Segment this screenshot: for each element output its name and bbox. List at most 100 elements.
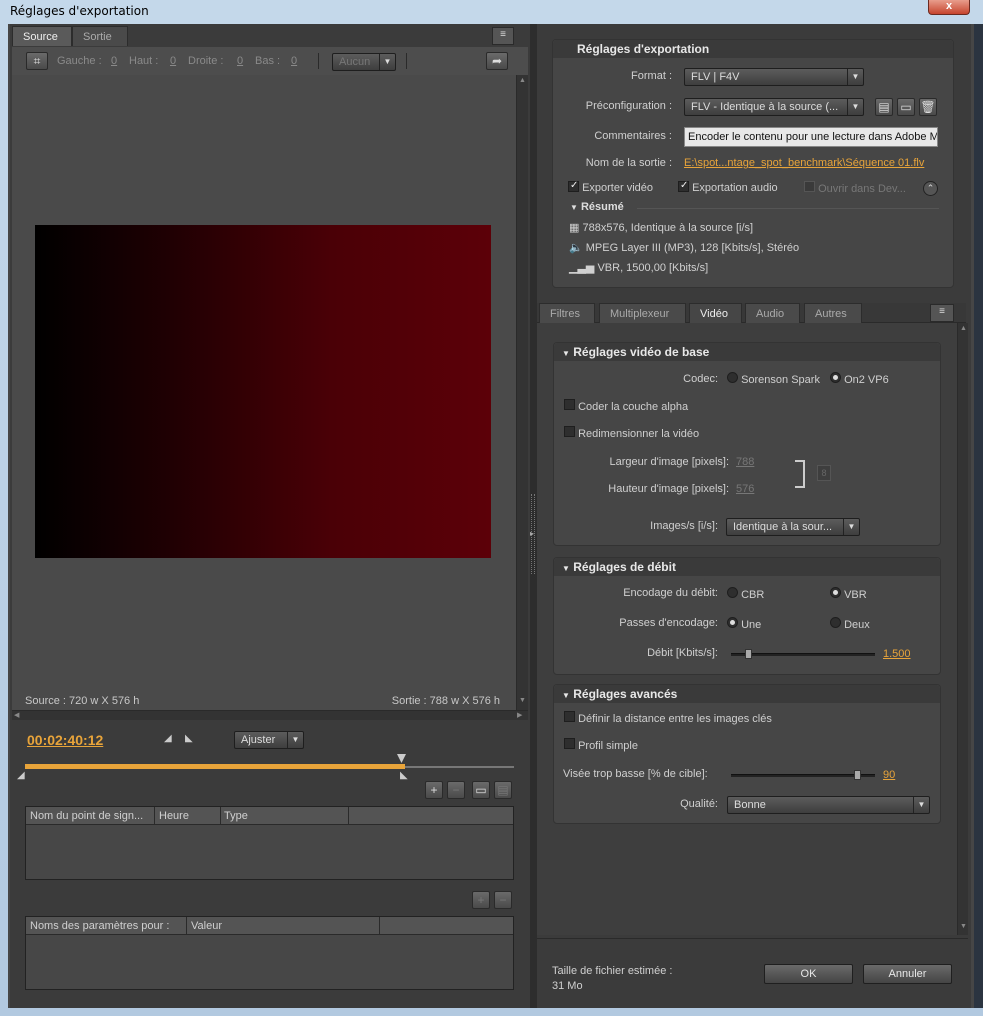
checkbox-icon xyxy=(568,181,579,192)
crop-right-value[interactable]: 0 xyxy=(237,55,243,67)
keyframe-checkbox[interactable]: Définir la distance entre les images clé… xyxy=(564,711,772,725)
simple-profile-checkbox[interactable]: Profil simple xyxy=(564,738,638,752)
output-name-link[interactable]: E:\spot...ntage_spot_benchmark\Séquence … xyxy=(684,157,940,169)
chain-link-icon[interactable]: 8 xyxy=(817,465,831,481)
tab-audio[interactable]: Audio xyxy=(745,303,800,323)
vbr-radio[interactable]: VBR xyxy=(830,587,867,601)
panel-divider[interactable]: ▸ xyxy=(530,24,537,1008)
delete-preset-icon[interactable]: 🗑 xyxy=(919,98,937,116)
col-param-name[interactable]: Noms des paramètres pour : xyxy=(30,917,169,935)
format-dropdown[interactable]: FLV | F4V ▼ xyxy=(684,68,864,86)
collapse-up-icon[interactable]: ⌃ xyxy=(923,181,938,196)
codec-sorenson-radio[interactable]: Sorenson Spark xyxy=(727,372,820,386)
alpha-checkbox[interactable]: Coder la couche alpha xyxy=(564,399,688,413)
tab-source[interactable]: Source xyxy=(12,26,72,46)
cbr-radio[interactable]: CBR xyxy=(727,587,764,601)
scroll-right-icon[interactable]: ▶ xyxy=(517,711,522,719)
tab-output[interactable]: Sortie xyxy=(72,26,128,46)
one-pass-radio[interactable]: Une xyxy=(727,617,761,631)
save-cue-icon[interactable]: ▤ xyxy=(494,781,512,799)
film-icon: ▦ xyxy=(569,222,580,234)
fps-dropdown[interactable]: Identique à la sour... ▼ xyxy=(726,518,860,536)
tab-others[interactable]: Autres xyxy=(804,303,862,323)
bitrate-slider[interactable] xyxy=(731,653,875,656)
timeline-range[interactable] xyxy=(25,764,405,769)
crop-ratio-dropdown[interactable]: Aucun ▼ xyxy=(332,53,396,71)
col-cue-time[interactable]: Heure xyxy=(159,807,189,825)
preview-hscrollbar[interactable]: ◀ ▶ xyxy=(12,710,528,720)
remove-cue-button[interactable]: − xyxy=(447,781,465,799)
export-video-checkbox[interactable]: Exporter vidéo xyxy=(568,181,653,194)
comments-input[interactable]: Encoder le contenu pour une lecture dans… xyxy=(684,127,938,147)
timecode[interactable]: 00:02:40:12 xyxy=(27,732,103,748)
remove-param-button[interactable]: − xyxy=(494,891,512,909)
quality-dropdown[interactable]: Bonne ▼ xyxy=(727,796,930,814)
scroll-up-icon[interactable]: ▲ xyxy=(960,325,967,332)
summary-toggle[interactable]: ▼ Résumé xyxy=(570,201,624,213)
format-label: Format : xyxy=(631,70,672,82)
cancel-button[interactable]: Annuler xyxy=(863,964,952,984)
preset-dropdown[interactable]: FLV - Identique à la source (... ▼ xyxy=(684,98,864,116)
fit-dropdown[interactable]: Ajuster ▼ xyxy=(234,731,304,749)
codec-vp6-label: On2 VP6 xyxy=(844,374,889,386)
crop-bottom-value[interactable]: 0 xyxy=(291,55,297,67)
panel-menu-icon[interactable]: ≡ xyxy=(492,27,514,45)
bitrate-header[interactable]: ▼ Réglages de débit xyxy=(554,558,940,576)
crop-icon[interactable]: ⌗ xyxy=(26,52,48,70)
open-in-checkbox[interactable]: Ouvrir dans Dev... xyxy=(804,181,906,195)
height-value[interactable]: 576 xyxy=(736,483,754,495)
settings-menu-icon[interactable]: ≡ xyxy=(930,304,954,322)
two-pass-label: Deux xyxy=(844,619,870,631)
export-audio-checkbox[interactable]: Exportation audio xyxy=(678,181,778,194)
ok-button[interactable]: OK xyxy=(764,964,853,984)
resize-checkbox[interactable]: Redimensionner la vidéo xyxy=(564,426,699,440)
scroll-left-icon[interactable]: ◀ xyxy=(14,711,19,719)
in-point-marker-icon[interactable]: ◢ xyxy=(17,770,25,781)
add-cue-button[interactable]: + xyxy=(425,781,443,799)
two-pass-radio[interactable]: Deux xyxy=(830,617,870,631)
scroll-up-icon[interactable]: ▲ xyxy=(519,77,526,84)
advanced-header[interactable]: ▼ Réglages avancés xyxy=(554,685,940,703)
undershoot-slider-knob[interactable] xyxy=(854,770,862,780)
bitrate-value[interactable]: 1.500 xyxy=(883,648,911,660)
crop-top-value[interactable]: 0 xyxy=(170,55,176,67)
folder-icon[interactable]: ▭ xyxy=(472,781,490,799)
set-in-point-icon[interactable]: ◢ xyxy=(164,733,172,744)
out-point-marker-icon[interactable]: ◣ xyxy=(400,770,408,781)
col-param-value[interactable]: Valeur xyxy=(191,917,222,935)
tab-video[interactable]: Vidéo xyxy=(689,303,742,323)
set-out-point-icon[interactable]: ◣ xyxy=(185,733,193,744)
col-divider xyxy=(154,807,155,825)
tab-multiplexer[interactable]: Multiplexeur xyxy=(599,303,686,323)
radio-icon xyxy=(727,617,738,628)
comments-label: Commentaires : xyxy=(594,130,672,142)
bitrate-title: Réglages de débit xyxy=(573,560,676,574)
crop-left-value[interactable]: 0 xyxy=(111,55,117,67)
close-button[interactable]: x xyxy=(928,0,970,15)
footer-divider xyxy=(537,938,968,939)
file-size-label: Taille de fichier estimée : xyxy=(552,965,673,977)
video-basic-header[interactable]: ▼ Réglages vidéo de base xyxy=(554,343,940,361)
width-value[interactable]: 788 xyxy=(736,456,754,468)
add-param-button[interactable]: + xyxy=(472,891,490,909)
tab-filters[interactable]: Filtres xyxy=(539,303,595,323)
export-arrow-icon[interactable]: ➦ xyxy=(486,52,508,70)
codec-label: Codec: xyxy=(683,373,718,385)
scroll-down-icon[interactable]: ▼ xyxy=(960,923,967,930)
codec-vp6-radio[interactable]: On2 VP6 xyxy=(830,372,889,386)
summary-video: ▦ 788x576, Identique à la source [i/s] xyxy=(569,221,753,234)
settings-vscrollbar[interactable]: ▲ ▼ xyxy=(957,323,968,935)
bitrate-slider-knob[interactable] xyxy=(744,649,752,659)
col-cue-type[interactable]: Type xyxy=(224,807,248,825)
import-preset-icon[interactable]: ▭ xyxy=(897,98,915,116)
undershoot-value[interactable]: 90 xyxy=(883,769,895,781)
scroll-down-icon[interactable]: ▼ xyxy=(519,697,526,704)
col-cue-name[interactable]: Nom du point de sign... xyxy=(30,807,143,825)
checkbox-icon xyxy=(564,738,575,749)
preview-vscrollbar[interactable]: ▲ ▼ xyxy=(516,75,528,710)
collapse-arrow-icon[interactable]: ▸ xyxy=(530,529,534,538)
triangle-down-icon: ▼ xyxy=(562,349,570,358)
radio-icon xyxy=(727,587,738,598)
save-preset-icon[interactable]: ▤ xyxy=(875,98,893,116)
crop-ratio-value: Aucun xyxy=(339,56,371,68)
